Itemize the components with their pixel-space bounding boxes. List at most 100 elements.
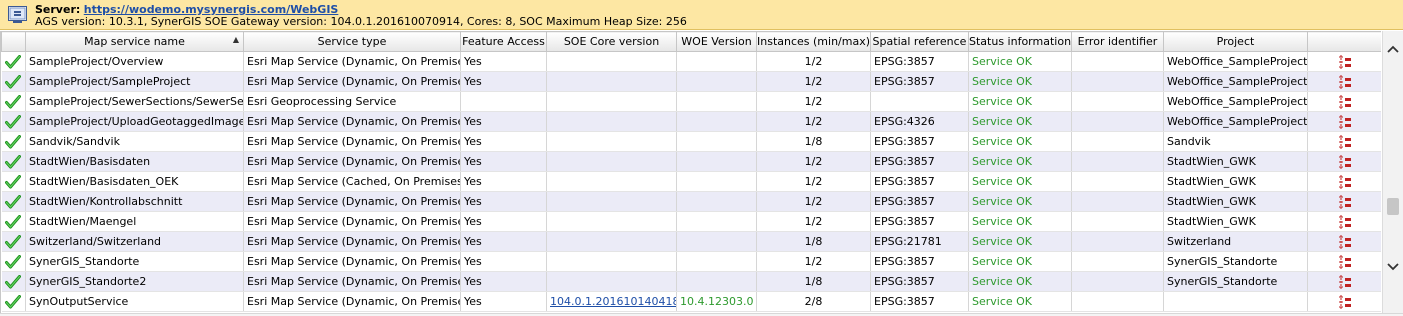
go-to-service-icon[interactable] — [1338, 214, 1352, 230]
cell-status-information: Service OK — [968, 251, 1072, 272]
chevron-up-icon[interactable] — [1386, 43, 1400, 55]
cell-project: SynerGIS_Standorte — [1163, 251, 1308, 272]
table-row[interactable]: StadtWien/Basisdaten_OEK Esri Map Service… — [1, 171, 1381, 192]
action-cell[interactable] — [1307, 211, 1381, 232]
cell-map-service-name: StadtWien/Kontrollabschnitt — [25, 191, 244, 212]
table-row[interactable]: StadtWien/Basisdaten Esri Map Service (Dy… — [1, 151, 1381, 172]
chevron-down-icon[interactable] — [1386, 261, 1400, 273]
cell-spatial-reference: EPSG:3857 — [870, 211, 969, 232]
table-row[interactable]: SynOutputService Esri Map Service (Dynami… — [1, 291, 1381, 312]
cell-error-identifier — [1071, 91, 1164, 112]
green-check-icon — [5, 294, 22, 308]
table-row[interactable]: SynerGIS_Standorte Esri Map Service (Dyna… — [1, 251, 1381, 272]
cell-instances: 1/8 — [756, 231, 871, 252]
action-cell[interactable] — [1307, 91, 1381, 112]
cell-status-information: Service OK — [968, 71, 1072, 92]
green-check-icon — [5, 54, 22, 68]
table-row[interactable]: Sandvik/Sandvik Esri Map Service (Dynamic… — [1, 131, 1381, 152]
cell-soe-core-version — [546, 231, 677, 252]
header-map-service-name[interactable]: Map service name ▲ — [25, 31, 244, 52]
status-cell — [1, 191, 26, 212]
header-service-type[interactable]: Service type — [243, 31, 461, 52]
action-cell[interactable] — [1307, 251, 1381, 272]
cell-error-identifier — [1071, 211, 1164, 232]
cell-service-type: Esri Map Service (Dynamic, On Premises) — [243, 211, 461, 232]
cell-woe-version — [676, 151, 757, 172]
action-cell[interactable] — [1307, 291, 1381, 312]
go-to-service-icon[interactable] — [1338, 114, 1352, 130]
server-icon — [8, 6, 27, 23]
go-to-service-icon[interactable] — [1338, 54, 1352, 70]
header-feature-access[interactable]: Feature Access — [460, 31, 547, 52]
cell-service-type: Esri Map Service (Cached, On Premises) — [243, 171, 461, 192]
cell-error-identifier — [1071, 251, 1164, 272]
go-to-service-icon[interactable] — [1338, 134, 1352, 150]
go-to-service-icon[interactable] — [1338, 94, 1352, 110]
header-spatial-reference[interactable]: Spatial reference — [870, 31, 969, 52]
action-cell[interactable] — [1307, 171, 1381, 192]
status-cell — [1, 151, 26, 172]
table-row[interactable]: SampleProject/SampleProject Esri Map Serv… — [1, 71, 1381, 92]
cell-project — [1163, 291, 1308, 312]
action-cell[interactable] — [1307, 51, 1381, 72]
go-to-service-icon[interactable] — [1338, 74, 1352, 90]
header-project[interactable]: Project — [1163, 31, 1308, 52]
header-instances[interactable]: Instances (min/max) — [756, 31, 871, 52]
cell-project: WebOffice_SampleProject — [1163, 91, 1308, 112]
cell-spatial-reference: EPSG:3857 — [870, 251, 969, 272]
header-woe-version[interactable]: WOE Version — [676, 31, 757, 52]
green-check-icon — [5, 154, 22, 168]
table-row[interactable]: SynerGIS_Standorte2 Esri Map Service (Dyn… — [1, 271, 1381, 292]
cell-instances: 1/2 — [756, 51, 871, 72]
go-to-service-icon[interactable] — [1338, 174, 1352, 190]
cell-status-information: Service OK — [968, 131, 1072, 152]
action-cell[interactable] — [1307, 191, 1381, 212]
action-cell[interactable] — [1307, 151, 1381, 172]
header-row: Map service name ▲ Service type Feature A… — [1, 31, 1381, 52]
action-cell[interactable] — [1307, 271, 1381, 292]
go-to-service-icon[interactable] — [1338, 154, 1352, 170]
green-check-icon — [5, 254, 22, 268]
table-row[interactable]: SampleProject/UploadGeotaggedImages Esri … — [1, 111, 1381, 132]
green-check-icon — [5, 94, 22, 108]
go-to-service-icon[interactable] — [1338, 194, 1352, 210]
header-status-information[interactable]: Status information — [968, 31, 1072, 52]
status-cell — [1, 211, 26, 232]
vertical-scrollbar[interactable] — [1382, 31, 1403, 313]
action-cell[interactable] — [1307, 231, 1381, 252]
cell-project: StadtWien_GWK — [1163, 171, 1308, 192]
go-to-service-icon[interactable] — [1338, 294, 1352, 310]
action-cell[interactable] — [1307, 111, 1381, 132]
cell-feature-access: Yes — [460, 271, 547, 292]
go-to-service-icon[interactable] — [1338, 274, 1352, 290]
cell-instances: 1/2 — [756, 171, 871, 192]
cell-service-type: Esri Map Service (Dynamic, On Premises) — [243, 51, 461, 72]
table-row[interactable]: StadtWien/Kontrollabschnitt Esri Map Serv… — [1, 191, 1381, 212]
cell-spatial-reference: EPSG:3857 — [870, 191, 969, 212]
cell-error-identifier — [1071, 271, 1164, 292]
header-error-identifier[interactable]: Error identifier — [1071, 31, 1164, 52]
table-row[interactable]: SampleProject/SewerSections/SewerSecti Es… — [1, 91, 1381, 112]
cell-feature-access: Yes — [460, 231, 547, 252]
scrollbar-thumb[interactable] — [1387, 198, 1399, 215]
go-to-service-icon[interactable] — [1338, 254, 1352, 270]
go-to-service-icon[interactable] — [1338, 234, 1352, 250]
cell-soe-core-version — [546, 251, 677, 272]
table-row[interactable]: StadtWien/Maengel Esri Map Service (Dynam… — [1, 211, 1381, 232]
action-cell[interactable] — [1307, 71, 1381, 92]
server-info-bar: Server: https://wodemo.mysynergis.com/We… — [0, 0, 1403, 30]
soe-version-link[interactable]: 104.0.1.201610140418 — [550, 295, 676, 308]
cell-feature-access: Yes — [460, 171, 547, 192]
status-cell — [1, 111, 26, 132]
cell-spatial-reference: EPSG:3857 — [870, 71, 969, 92]
action-cell[interactable] — [1307, 131, 1381, 152]
cell-woe-version — [676, 251, 757, 272]
table-row[interactable]: SampleProject/Overview Esri Map Service (… — [1, 51, 1381, 72]
cell-instances: 1/2 — [756, 191, 871, 212]
header-soe-core-version[interactable]: SOE Core version — [546, 31, 677, 52]
cell-project: WebOffice_SampleProject — [1163, 51, 1308, 72]
cell-map-service-name: SampleProject/Overview — [25, 51, 244, 72]
cell-service-type: Esri Map Service (Dynamic, On Premises) — [243, 111, 461, 132]
cell-project: Switzerland — [1163, 231, 1308, 252]
table-row[interactable]: Switzerland/Switzerland Esri Map Service … — [1, 231, 1381, 252]
